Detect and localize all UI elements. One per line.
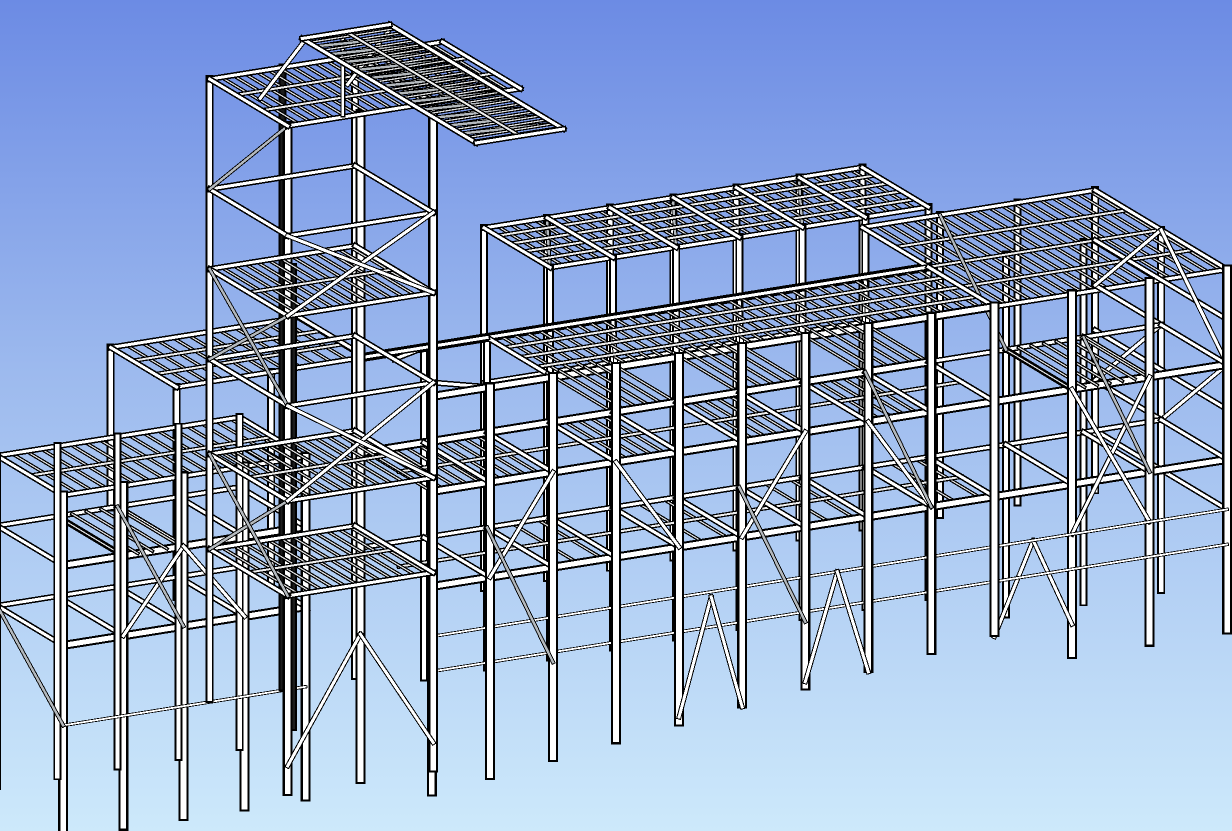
model-viewport[interactable] [0,0,1232,831]
cad-application-stage [0,0,1232,831]
